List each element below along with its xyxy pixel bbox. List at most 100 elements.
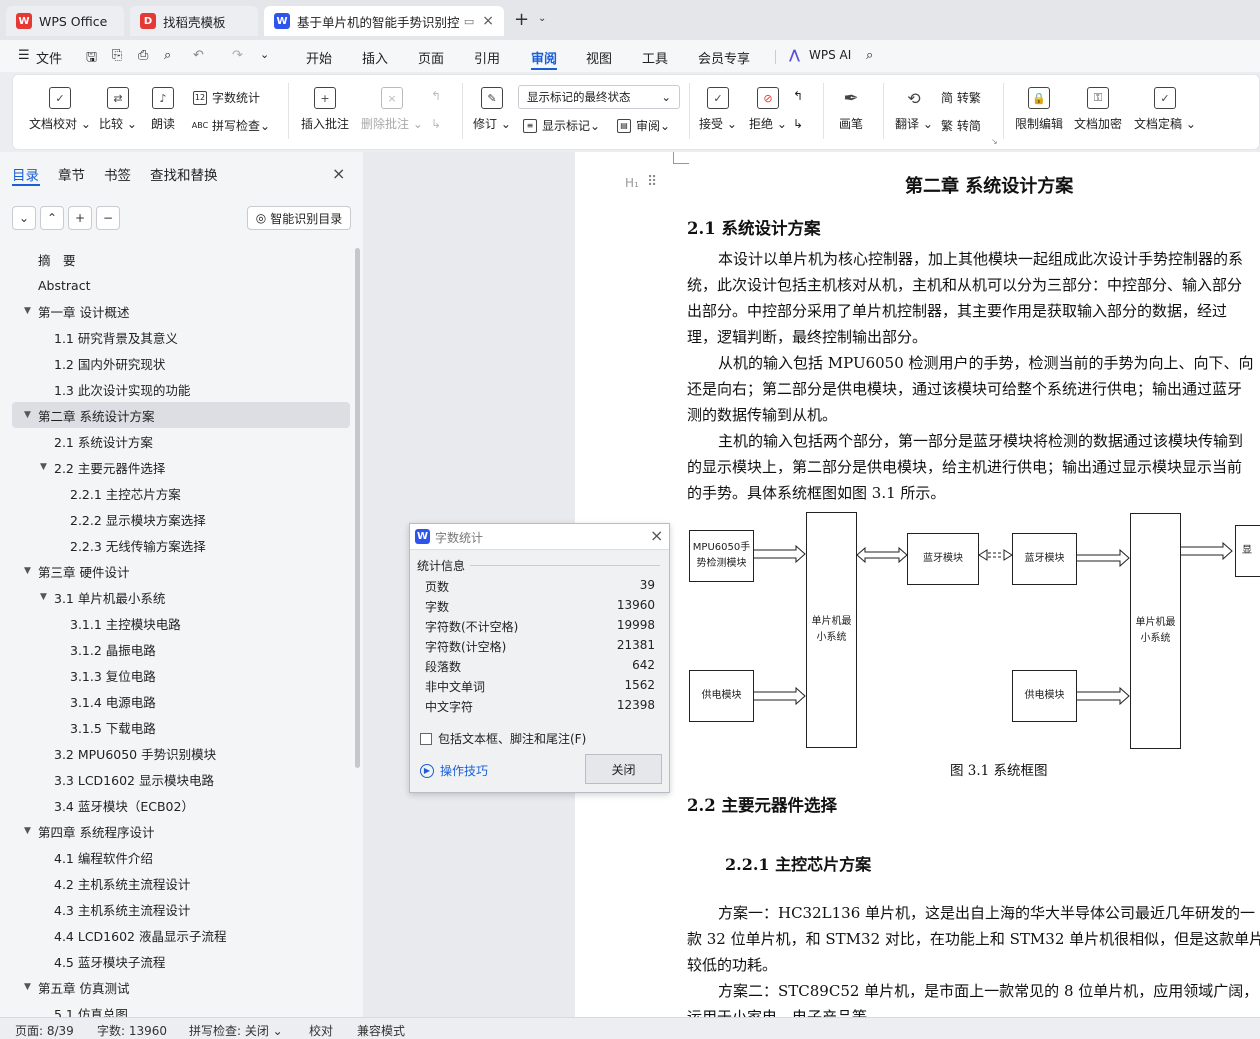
include-textbox-checkbox[interactable]: 包括文本框、脚注和尾注(F) [420,730,586,747]
word-count-indicator[interactable]: 字数: 13960 [97,1022,167,1039]
toc-item[interactable]: ▼ 第三章 硬件设计 [0,558,350,584]
toc-item[interactable]: ▼ 2.2 主要元器件选择 [0,454,350,480]
doc-check-button[interactable]: ✓ 文档校对 ⌄ [29,87,91,132]
expand-arrow-icon[interactable]: ▼ [24,306,31,316]
add-heading-button[interactable]: + [68,206,92,230]
redo-icon[interactable]: ↷ [232,48,243,63]
toc-item[interactable]: 1.3 此次设计实现的功能 [0,376,350,402]
menu-view[interactable]: 视图 [586,48,612,67]
undo-icon[interactable]: ↶ [193,48,204,63]
spell-check-button[interactable]: ABC 拼写检查 ⌄ [192,117,270,134]
toc-item[interactable]: 4.4 LCD1602 液晶显示子流程 [0,922,350,948]
menu-insert[interactable]: 插入 [362,48,388,67]
export-icon[interactable]: ⎘ [112,48,122,63]
save-icon[interactable]: 🖫 [86,48,97,70]
expand-arrow-icon[interactable]: ▼ [24,826,31,836]
collapse-all-button[interactable]: ⌄ [12,206,36,230]
spell-check-status[interactable]: 拼写检查: 关闭 ⌄ [189,1022,283,1039]
toc-item[interactable]: Abstract [0,272,350,298]
review-pane-button[interactable]: ▤ 审阅 ⌄ [617,117,670,134]
toc-item[interactable]: 3.1.2 晶振电路 [0,636,350,662]
tab-document[interactable]: W 基于单片机的智能手势识别控制 ▭ × [264,6,504,36]
toc-item[interactable]: 1.2 国内外研究现状 [0,350,350,376]
nav-tab-bookmark[interactable]: 书签 [104,164,131,184]
menu-member[interactable]: 会员专享 [698,48,750,67]
document-page[interactable]: H₁ ⠿ 第二章 系统设计方案 2.1 系统设计方案 本设计以单片机为核心控制器… [575,152,1260,1017]
expand-arrow-icon[interactable]: ▼ [40,462,47,472]
menu-reference[interactable]: 引用 [474,48,500,67]
remove-heading-button[interactable]: − [96,206,120,230]
menu-start[interactable]: 开始 [306,48,332,67]
revise-button[interactable]: ✎ 修订 ⌄ [473,87,511,132]
toc-item[interactable]: 3.1.5 下载电路 [0,714,350,740]
toc-item[interactable]: 3.1.4 电源电路 [0,688,350,714]
translate-button[interactable]: ⟲ 翻译 ⌄ [895,87,933,132]
close-button[interactable]: 关闭 [585,754,662,784]
toc-item[interactable]: 4.1 编程软件介绍 [0,844,350,870]
toc-item[interactable]: 3.4 蓝牙模块（ECB02） [0,792,350,818]
toc-item[interactable]: 5.1 仿真总图 [0,1000,350,1018]
word-count-button[interactable]: 12 字数统计 [193,89,260,106]
restrict-edit-button[interactable]: 🔒 限制编辑 [1015,87,1063,132]
reject-button[interactable]: ⊘ 拒绝 ⌄ [749,87,787,132]
toc-item[interactable]: 1.1 研究背景及其意义 [0,324,350,350]
to-traditional-button[interactable]: 简 转繁 [941,89,981,106]
close-pane-icon[interactable]: × [332,164,345,183]
toc-item[interactable]: ▼ 3.1 单片机最小系统 [0,584,350,610]
accept-button[interactable]: ✓ 接受 ⌄ [699,87,737,132]
toc-item[interactable]: ▼ 第四章 系统程序设计 [0,818,350,844]
page-indicator[interactable]: 页面: 8/39 [15,1022,74,1039]
hamburger-icon[interactable]: ☰ [18,48,30,63]
tab-docer[interactable]: D 找稻壳模板 [130,6,258,36]
read-aloud-button[interactable]: ♪ 朗读 [151,87,175,132]
proof-button[interactable]: 校对 [309,1022,333,1039]
delete-comment-button[interactable]: × 删除批注 ⌄ [361,87,423,132]
encrypt-button[interactable]: ⚿ 文档加密 [1074,87,1122,132]
markup-display-select[interactable]: 显示标记的最终状态 ⌄ [518,85,680,109]
print-icon[interactable]: ⎙ [138,48,148,63]
toc-item[interactable]: 2.2.2 显示模块方案选择 [0,506,350,532]
toc-item[interactable]: 3.1.3 复位电路 [0,662,350,688]
prev-comment-icon[interactable]: ↰ [431,89,441,103]
toc-item[interactable]: 摘 要 [0,246,350,272]
compare-button[interactable]: ⇄ 比较 ⌄ [99,87,137,132]
nav-tab-chapter[interactable]: 章节 [58,164,85,184]
toc-item[interactable]: 3.3 LCD1602 显示模块电路 [0,766,350,792]
toc-item[interactable]: ▼ 第一章 设计概述 [0,298,350,324]
smart-toc-button[interactable]: ◎ 智能识别目录 [247,206,351,230]
toc-item[interactable]: 2.1 系统设计方案 [0,428,350,454]
close-icon[interactable]: × [650,526,663,545]
toc-item[interactable]: ▼ 第五章 仿真测试 [0,974,350,1000]
menu-tools[interactable]: 工具 [642,48,668,67]
expand-arrow-icon[interactable]: ▼ [24,982,31,992]
close-tab-icon[interactable]: × [482,13,494,29]
menu-file[interactable]: 文件 [36,48,62,67]
toc-item[interactable]: 4.5 蓝牙模块子流程 [0,948,350,974]
toc-item[interactable]: 3.1.1 主控模块电路 [0,610,350,636]
quick-more-icon[interactable]: ⌄ [260,48,269,61]
insert-comment-button[interactable]: + 插入批注 [301,87,349,132]
toc-item[interactable]: 2.2.3 无线传输方案选择 [0,532,350,558]
toc-item[interactable]: 3.2 MPU6050 手势识别模块 [0,740,350,766]
expand-arrow-icon[interactable]: ▼ [24,566,31,576]
toc-item[interactable]: 4.3 主机系统主流程设计 [0,896,350,922]
toc-item[interactable]: 2.2.1 主控芯片方案 [0,480,350,506]
new-tab-plus-icon[interactable]: + [514,9,529,30]
toc-item[interactable]: ▼ 第二章 系统设计方案 [12,402,350,428]
menu-page[interactable]: 页面 [418,48,444,67]
expand-arrow-icon[interactable]: ▼ [40,592,47,602]
next-change-icon[interactable]: ↳ [793,117,803,131]
to-simplified-button[interactable]: 繁 转简 [941,117,981,134]
menu-review[interactable]: 审阅 [531,48,557,67]
tips-link[interactable]: ▶ 操作技巧 [420,762,488,779]
prev-change-icon[interactable]: ↰ [793,89,803,103]
expand-arrow-icon[interactable]: ▼ [24,410,31,420]
print-preview-icon[interactable]: ⌕ [164,48,171,63]
menu-wps-ai[interactable]: WPS AI [809,48,851,62]
expand-up-button[interactable]: ⌃ [40,206,64,230]
tab-wps-office[interactable]: W WPS Office [6,6,124,36]
finalize-button[interactable]: ✓ 文档定稿 ⌄ [1134,87,1196,132]
checkbox-box[interactable] [420,732,432,745]
nav-tab-find-replace[interactable]: 查找和替换 [150,164,218,184]
search-icon[interactable]: ⌕ [866,48,873,63]
